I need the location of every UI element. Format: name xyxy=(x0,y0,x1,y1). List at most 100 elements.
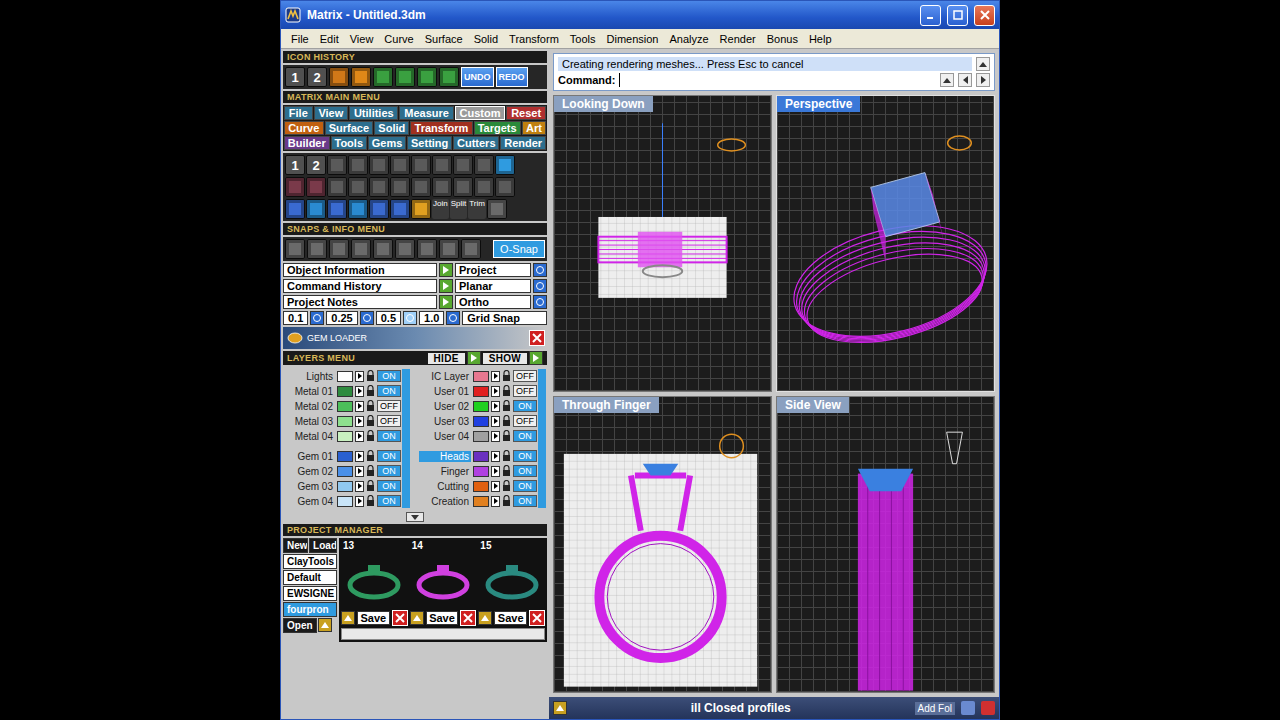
layer-color[interactable] xyxy=(473,386,489,397)
tool-icon[interactable] xyxy=(395,67,415,87)
layer-toggle[interactable]: ON xyxy=(513,495,537,507)
lock-icon[interactable] xyxy=(502,480,511,492)
main-menu-button[interactable]: Measure xyxy=(399,106,453,120)
layer-name[interactable]: Metal 01 xyxy=(283,386,335,397)
top-view-drawing[interactable] xyxy=(554,112,771,391)
tool-icon[interactable] xyxy=(487,199,507,219)
menu-item[interactable]: File xyxy=(291,33,309,45)
tray-close-icon[interactable] xyxy=(981,701,995,715)
info-label[interactable]: Command History xyxy=(283,279,437,293)
move-arrow-icon[interactable] xyxy=(410,611,424,625)
tool-icon[interactable] xyxy=(390,177,410,197)
layer-name[interactable]: Gem 03 xyxy=(283,481,335,492)
left-arrow-icon[interactable] xyxy=(958,73,972,87)
hide-button[interactable]: HIDE xyxy=(428,353,465,364)
thumbnail[interactable]: 15Save xyxy=(478,540,545,626)
tray-item[interactable]: Add Fol xyxy=(915,702,955,715)
tool-icon[interactable] xyxy=(495,155,515,175)
grid-radio[interactable] xyxy=(310,311,324,325)
snap-icon[interactable] xyxy=(395,239,415,259)
tool-icon[interactable] xyxy=(369,177,389,197)
lock-icon[interactable] xyxy=(502,430,511,442)
layer-color[interactable] xyxy=(337,401,353,412)
info-label[interactable]: Object Information xyxy=(283,263,437,277)
snap-icon[interactable] xyxy=(307,239,327,259)
delete-button[interactable] xyxy=(460,610,476,626)
side-view-drawing[interactable] xyxy=(777,413,994,692)
layer-color[interactable] xyxy=(337,431,353,442)
layer-toggle[interactable]: ON xyxy=(377,480,401,492)
snap-icon[interactable] xyxy=(439,239,459,259)
layer-color[interactable] xyxy=(473,466,489,477)
main-menu-button[interactable]: Targets xyxy=(474,121,521,135)
layer-color[interactable] xyxy=(473,431,489,442)
tool-icon[interactable] xyxy=(411,155,431,175)
viewport-label[interactable]: Perspective xyxy=(777,96,860,112)
tool-icon[interactable] xyxy=(327,199,347,219)
title-bar[interactable]: Matrix - Untitled.3dm xyxy=(281,1,999,29)
layer-row[interactable]: User 03OFF xyxy=(419,414,537,428)
grid-radio[interactable] xyxy=(446,311,460,325)
tool-icon[interactable] xyxy=(369,155,389,175)
layer-toggle[interactable]: ON xyxy=(513,400,537,412)
main-menu-button[interactable]: View xyxy=(314,106,349,120)
open-icon[interactable] xyxy=(439,279,453,293)
tool-icon[interactable] xyxy=(432,177,452,197)
open-icon[interactable] xyxy=(439,295,453,309)
layer-arrow-icon[interactable] xyxy=(491,496,500,507)
viewport-label[interactable]: Side View xyxy=(777,397,849,413)
lock-icon[interactable] xyxy=(366,370,375,382)
layer-name[interactable]: User 03 xyxy=(419,416,471,427)
move-arrow-icon[interactable] xyxy=(478,611,492,625)
main-menu-button[interactable]: Utilities xyxy=(349,106,398,120)
tool-icon[interactable] xyxy=(369,199,389,219)
viewport[interactable]: Through Finger xyxy=(553,396,772,693)
toggle-label[interactable]: Project xyxy=(455,263,531,277)
tool-icon[interactable] xyxy=(285,177,305,197)
tool-icon[interactable] xyxy=(327,155,347,175)
project-item[interactable]: fourpron xyxy=(283,602,337,617)
layer-row[interactable]: User 01OFF xyxy=(419,384,537,398)
tool-icon[interactable] xyxy=(348,155,368,175)
lock-icon[interactable] xyxy=(502,495,511,507)
thumbnail[interactable]: 14Save xyxy=(410,540,477,626)
snap-icon[interactable] xyxy=(461,239,481,259)
viewport[interactable]: Side View xyxy=(776,396,995,693)
gem-loader[interactable]: GEM LOADER xyxy=(283,327,547,349)
toggle-radio[interactable] xyxy=(533,295,547,309)
main-menu-button[interactable]: Curve xyxy=(284,121,324,135)
show-button[interactable]: SHOW xyxy=(483,353,527,364)
layer-color[interactable] xyxy=(473,496,489,507)
lock-icon[interactable] xyxy=(502,450,511,462)
layer-arrow-icon[interactable] xyxy=(491,371,500,382)
thumbnail-scrollbar[interactable] xyxy=(341,628,545,640)
load-button[interactable]: Load xyxy=(309,538,337,553)
tool-icon[interactable] xyxy=(474,155,494,175)
layer-row[interactable]: Gem 02ON xyxy=(283,464,401,478)
front-view-drawing[interactable] xyxy=(554,413,771,692)
minimize-button[interactable] xyxy=(920,5,941,26)
new-button[interactable]: New xyxy=(283,538,308,553)
lock-icon[interactable] xyxy=(366,495,375,507)
layer-arrow-icon[interactable] xyxy=(355,386,364,397)
tool-label-button[interactable]: Join xyxy=(432,199,449,219)
main-menu-button[interactable]: Setting xyxy=(407,136,452,150)
menu-item[interactable]: Curve xyxy=(384,33,413,45)
layer-row[interactable]: FingerON xyxy=(419,464,537,478)
grid-snap-button[interactable]: Grid Snap xyxy=(462,311,547,325)
menu-item[interactable]: Solid xyxy=(474,33,498,45)
viewport[interactable]: Perspective xyxy=(776,95,995,392)
main-menu-button[interactable]: Transform xyxy=(410,121,472,135)
layer-arrow-icon[interactable] xyxy=(355,371,364,382)
tool-icon[interactable] xyxy=(306,177,326,197)
snap-icon[interactable] xyxy=(373,239,393,259)
layer-name[interactable]: Lights xyxy=(283,371,335,382)
layer-toggle[interactable]: OFF xyxy=(513,385,537,397)
layer-color[interactable] xyxy=(337,496,353,507)
menu-item[interactable]: Tools xyxy=(570,33,596,45)
grid-radio[interactable] xyxy=(403,311,417,325)
osnap-button[interactable]: O-Snap xyxy=(493,240,545,258)
hide-icon[interactable] xyxy=(467,351,481,365)
status-expand-icon[interactable] xyxy=(553,701,567,715)
layer-toggle[interactable]: ON xyxy=(513,465,537,477)
